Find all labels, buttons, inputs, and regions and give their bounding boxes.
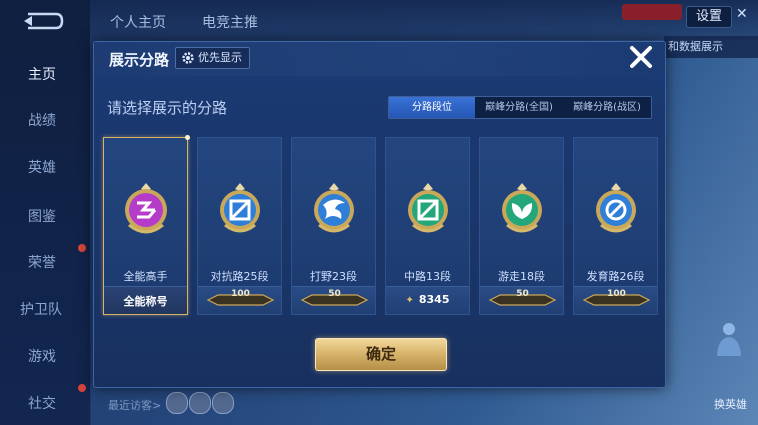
farm-lane-emblem-icon [596,183,636,233]
lane-card-footer: 100 [198,286,281,314]
sidebar-item-social[interactable]: 社交 [0,393,90,413]
sidebar-item-home[interactable]: 主页 [0,64,90,84]
all-round-title-text: 全能称号 [123,295,168,308]
lane-card-footer: 100 [574,286,657,314]
settings-button[interactable]: 设置 [686,6,732,28]
lane-card-clash[interactable]: 对抗路25段 100 [197,137,282,315]
power-number: 8345 [418,293,450,306]
tab-lane-rank[interactable]: 分路段位 [389,97,475,118]
event-badge[interactable] [622,4,682,20]
selected-corner-marker [185,135,190,140]
mid-lane-emblem-icon [408,183,448,233]
sidebar: 主页 战绩 英雄 图鉴 荣誉 护卫队 游戏 社交 [0,0,91,425]
rank-star-count: 100 [607,289,626,299]
lane-card-roam[interactable]: 游走18段 50 [479,137,564,315]
data-display-button[interactable]: 和数据展示 [664,36,758,58]
back-logo-icon[interactable] [22,10,66,32]
visitor-avatar[interactable] [166,392,188,414]
lane-card-footer: ✦ 8345 [386,286,469,314]
hero-figure-icon[interactable] [712,320,746,356]
rank-star-count: 50 [328,289,341,299]
lane-card-all-round[interactable]: 全能高手 全能称号 [103,135,190,315]
dialog-header: 展示分路 优先显示 [94,42,665,76]
jungle-emblem-icon [314,183,354,233]
social-notification-badge [78,384,86,392]
lane-card-jungle[interactable]: 打野23段 50 [291,137,376,315]
sidebar-item-codex[interactable]: 图鉴 [0,206,90,226]
recent-visitors-link[interactable]: 最近访客> [108,397,161,413]
lane-card-label: 游走18段 [498,270,545,283]
lane-display-dialog: 展示分路 优先显示 请选择展示的分路 分路段位 巅峰分路(全国) 巅峰分路(战区… [93,41,666,388]
sidebar-item-record[interactable]: 战绩 [0,110,90,130]
sidebar-item-heroes[interactable]: 英雄 [0,157,90,177]
tab-personal-home[interactable]: 个人主页 [110,12,166,32]
tab-peak-national[interactable]: 巅峰分路(全国) [475,97,563,118]
lane-card-label: 中路13段 [404,270,451,283]
gear-icon [182,52,194,64]
rank-star-count: 50 [516,289,529,299]
clash-lane-emblem-icon [220,183,260,233]
dialog-title: 展示分路 [109,51,170,69]
all-round-emblem-icon [125,183,167,234]
lane-tab-switcher: 分路段位 巅峰分路(全国) 巅峰分路(战区) [388,96,652,119]
power-icon: ✦ [405,295,414,306]
lane-card-label: 对抗路25段 [210,270,269,283]
lane-card-footer: 50 [480,286,563,314]
hero-power-value: ✦ 8345 [386,293,469,306]
lane-card-label: 全能高手 [123,270,168,283]
lane-card-footer: 50 [292,286,375,314]
lane-card-label: 发育路26段 [586,270,645,283]
tab-esports[interactable]: 电竞主推 [202,12,258,32]
sidebar-item-guard[interactable]: 护卫队 [0,299,90,319]
lane-card-footer: 全能称号 [104,286,187,314]
lane-card-mid[interactable]: 中路13段 ✦ 8345 [385,137,470,315]
sidebar-item-honor[interactable]: 荣誉 [0,252,90,272]
sidebar-item-game[interactable]: 游戏 [0,346,90,366]
roam-emblem-icon [502,183,542,233]
honor-notification-badge [78,244,86,252]
visitor-avatar[interactable] [212,392,234,414]
priority-display-label: 优先显示 [198,51,242,64]
select-lane-prompt: 请选择展示的分路 [107,99,228,117]
confirm-button[interactable]: 确定 [315,338,447,371]
tab-peak-region[interactable]: 巅峰分路(战区) [563,97,651,118]
lane-card-label: 打野23段 [310,270,357,283]
rank-star-count: 100 [231,289,250,299]
top-close-icon[interactable]: ✕ [736,6,748,22]
visitor-avatar[interactable] [189,392,211,414]
close-icon[interactable] [628,44,654,70]
priority-display-button[interactable]: 优先显示 [175,47,250,69]
change-hero-label[interactable]: 换英雄 [714,396,747,412]
lane-card-farm[interactable]: 发育路26段 100 [573,137,658,315]
